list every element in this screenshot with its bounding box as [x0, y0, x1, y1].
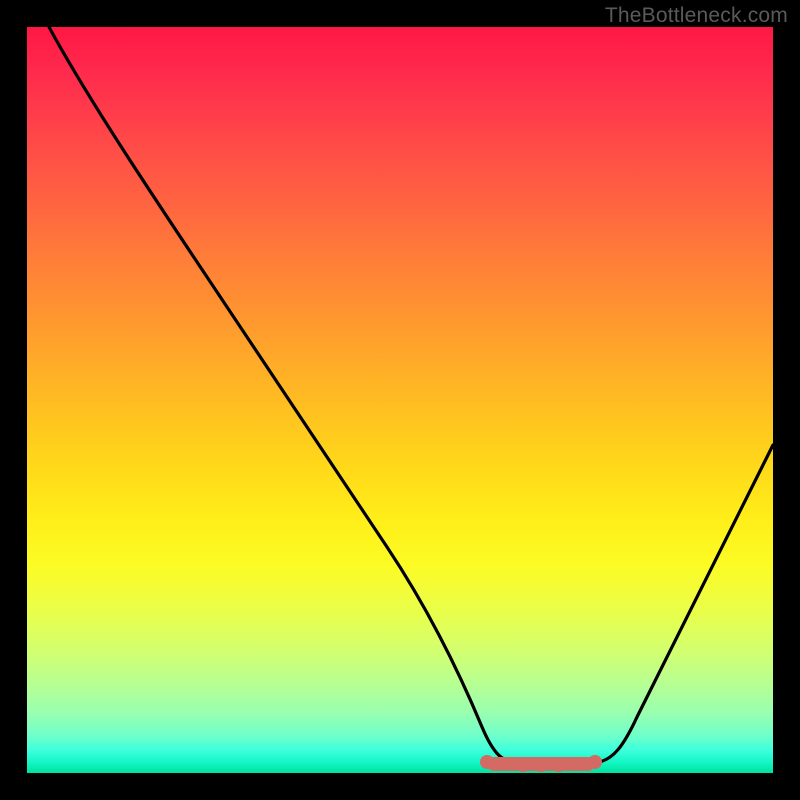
watermark-text: TheBottleneck.com [605, 4, 788, 28]
plot-area [27, 27, 773, 773]
curve-layer [27, 27, 773, 773]
optimal-band [480, 755, 602, 772]
bottleneck-curve [49, 27, 773, 764]
chart-frame: TheBottleneck.com [0, 0, 800, 800]
